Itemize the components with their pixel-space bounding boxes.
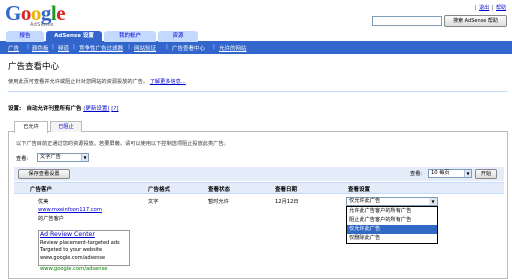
help-link[interactable]: 帮助 bbox=[496, 5, 506, 11]
subnav-competitive-ad-filter[interactable]: 竞争性广告过滤器 bbox=[79, 44, 123, 52]
subnav-color-palettes[interactable]: 颜色板 bbox=[32, 44, 49, 52]
page-description: 使用此页可查看并允许或阻止针对您网站的资源投放的广告。 了解更多信息... bbox=[8, 79, 186, 85]
col-advertiser: 广告客户 bbox=[30, 187, 53, 193]
tab-resources[interactable]: 资源 bbox=[158, 31, 198, 42]
option-allow-all-advertiser[interactable]: 允许此广告客户的所有广告 bbox=[347, 207, 437, 216]
table-header bbox=[14, 182, 504, 194]
advertiser-desc: 的广告客户 bbox=[38, 216, 64, 222]
ad-preview-url-below: www.google.com/adsense bbox=[40, 266, 108, 272]
col-status: 查看状态 bbox=[208, 187, 231, 193]
col-date: 查看日期 bbox=[275, 187, 298, 193]
search-help-button[interactable]: 搜索 AdSense 帮助 bbox=[444, 15, 507, 27]
view-label: 查看: bbox=[16, 156, 29, 162]
chevron-down-icon: ▼ bbox=[464, 170, 471, 177]
ad-type-select[interactable]: 文字广告 ▼ bbox=[37, 153, 89, 162]
advertiser-url-link[interactable]: www.mxeinfoon117.com bbox=[38, 207, 102, 213]
google-logo: Google bbox=[5, 1, 66, 25]
col-setting: 查看设置 bbox=[348, 187, 371, 193]
ad-format: 文字 bbox=[148, 199, 159, 205]
ad-preview-title-link[interactable]: Ad Review Center bbox=[40, 231, 95, 238]
subnav-ads[interactable]: 广告 bbox=[8, 44, 19, 52]
help-search-input[interactable] bbox=[372, 16, 442, 26]
review-setting-options: 允许此广告客户的所有广告 阻止此广告客户的所有广告 仅允许此广告 仅删除此广告 bbox=[346, 206, 438, 244]
subnav-channels[interactable]: 频道 bbox=[58, 44, 69, 52]
logout-link[interactable]: 退出 bbox=[479, 5, 489, 11]
divider bbox=[8, 91, 508, 92]
tab-my-account[interactable]: 我的帐户 bbox=[104, 31, 156, 42]
ad-preview-url: www.google.com/adsense bbox=[40, 255, 106, 261]
review-status: 暂时允许 bbox=[208, 199, 229, 205]
tab-reports[interactable]: 报告 bbox=[6, 31, 44, 42]
section-tabs: 已允许 已阻止 bbox=[8, 119, 508, 133]
change-setting-link[interactable]: (更新设置) bbox=[83, 106, 109, 112]
option-block-all-advertiser[interactable]: 阻止此广告客户的所有广告 bbox=[347, 216, 437, 225]
ad-preview-line2: Targeted to your website bbox=[40, 247, 103, 253]
review-date: 12月12日 bbox=[275, 199, 299, 205]
sub-navigation: 广告 | 颜色板 | 频道 | 竞争性广告过滤器 | 网站验证 | 广告查看中心… bbox=[0, 42, 512, 54]
learn-more-link[interactable]: 了解更多信息... bbox=[150, 79, 186, 85]
chevron-down-icon: ▼ bbox=[429, 198, 437, 205]
save-view-settings-button[interactable]: 保存查看设置 bbox=[18, 169, 70, 179]
tab-blocked[interactable]: 已阻止 bbox=[50, 121, 82, 132]
top-links: | 退出 | 帮助 bbox=[474, 5, 506, 11]
setting-help-link[interactable]: [?] bbox=[111, 106, 118, 112]
setting-value: 自动允许刊登所有广告 bbox=[26, 106, 82, 112]
review-setting-select[interactable]: 仅允许此广告 ▼ bbox=[346, 197, 438, 206]
chevron-down-icon: ▼ bbox=[81, 154, 88, 161]
tab-adsense-settings[interactable]: AdSense 设置 bbox=[46, 31, 102, 42]
col-format: 广告格式 bbox=[148, 187, 171, 193]
logo-subtitle: AdSense bbox=[30, 22, 54, 28]
page-title: 广告查看中心 bbox=[8, 62, 60, 72]
subnav-ad-review-center[interactable]: 广告查看中心 bbox=[172, 44, 205, 52]
ad-preview-line1: Review placement-targeted ads bbox=[40, 240, 120, 246]
panel-info: 以下广告目前正通过您的资源投放。若要屏蔽，请可以使用以下控制选项阻止投放此类广告… bbox=[16, 141, 229, 147]
subnav-site-authentication[interactable]: 网站验证 bbox=[134, 44, 156, 52]
subnav-allowed-sites[interactable]: 允许的网站 bbox=[219, 44, 247, 52]
per-page-label: 查看: bbox=[410, 171, 423, 177]
per-page-select[interactable]: 10 每页 ▼ bbox=[428, 169, 472, 178]
go-button[interactable]: 开始 bbox=[475, 169, 497, 179]
advertiser-name: 优美 bbox=[38, 199, 49, 205]
setting-line: 设置: 自动允许刊登所有广告 (更新设置) [?] bbox=[8, 106, 119, 112]
main-tabs: 报告 AdSense 设置 我的帐户 资源 bbox=[0, 31, 512, 42]
option-remove-this-ad[interactable]: 仅删除此广告 bbox=[347, 234, 437, 243]
option-allow-this-ad[interactable]: 仅允许此广告 bbox=[347, 225, 437, 234]
